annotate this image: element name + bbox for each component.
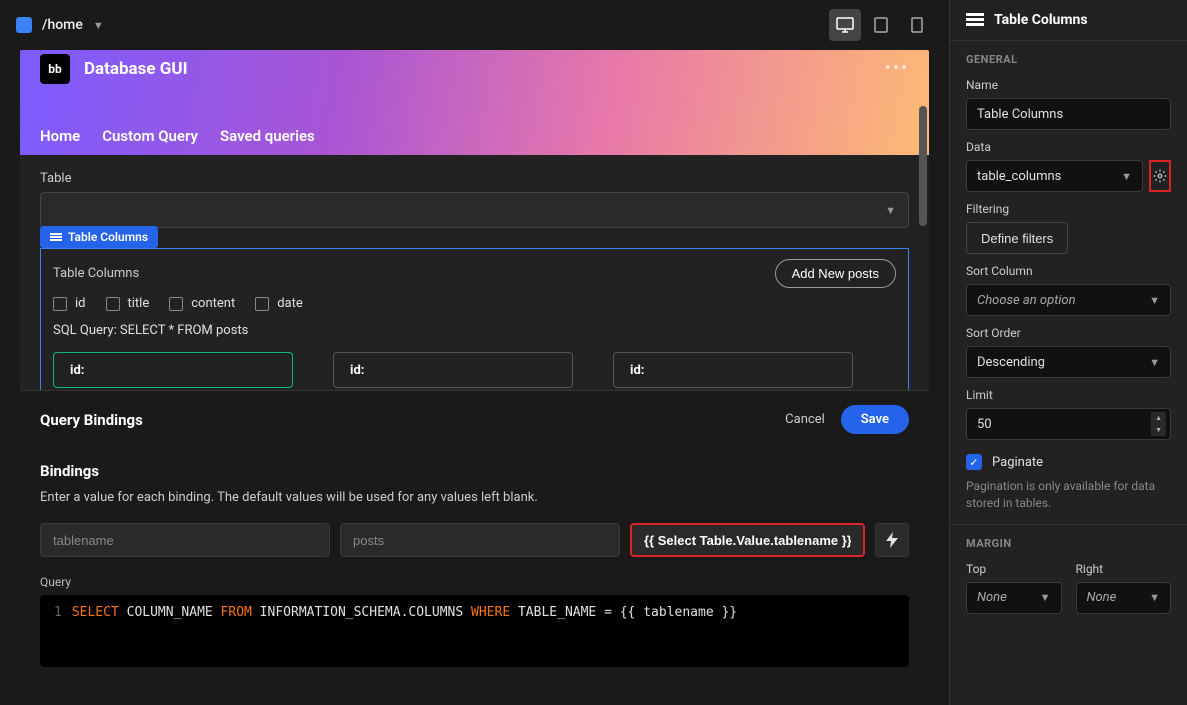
more-menu-icon[interactable]: ••• (885, 58, 909, 79)
table-select[interactable]: ▼ (40, 192, 909, 228)
column-check-id[interactable]: id (53, 296, 86, 311)
preview-canvas[interactable]: bb Database GUI ••• Home Custom Query Sa… (20, 50, 929, 390)
column-check-content[interactable]: content (169, 296, 235, 311)
column-check-date[interactable]: date (255, 296, 303, 311)
bindings-help-text: Enter a value for each binding. The defa… (40, 490, 909, 505)
app-header: bb Database GUI ••• Home Custom Query Sa… (20, 50, 929, 155)
rows-icon (966, 12, 984, 28)
columns-title: Table Columns (53, 266, 139, 281)
gear-icon (1153, 169, 1167, 183)
tablet-view-button[interactable] (865, 9, 897, 41)
margin-right-select[interactable]: None ▼ (1076, 582, 1172, 614)
app-icon (16, 17, 32, 33)
name-input[interactable]: Table Columns (966, 98, 1171, 130)
paginate-help: Pagination is only available for data st… (966, 478, 1171, 512)
data-settings-button[interactable] (1149, 160, 1171, 192)
sort-column-label: Sort Column (966, 264, 1171, 278)
section-general: GENERAL (966, 53, 1171, 66)
name-label: Name (966, 78, 1171, 92)
app-title: Database GUI (84, 59, 188, 79)
data-label: Data (966, 140, 1171, 154)
chevron-down-icon: ▼ (1149, 591, 1160, 604)
column-check-title[interactable]: title (106, 296, 150, 311)
result-card[interactable]: id: (53, 352, 293, 388)
result-card[interactable]: id: (333, 352, 573, 388)
topbar: /home ▼ (0, 0, 949, 50)
define-filters-button[interactable]: Define filters (966, 222, 1068, 254)
chevron-down-icon: ▼ (1149, 356, 1160, 369)
breadcrumb[interactable]: /home (42, 17, 83, 33)
data-select[interactable]: table_columns ▼ (966, 160, 1143, 192)
cancel-button[interactable]: Cancel (785, 412, 825, 427)
sort-order-select[interactable]: Descending ▼ (966, 346, 1171, 378)
binding-default-input[interactable] (340, 523, 620, 557)
query-label: Query (40, 575, 909, 589)
sql-query-text: SQL Query: SELECT * FROM posts (53, 323, 896, 338)
chevron-down-icon[interactable]: ▼ (93, 19, 104, 32)
result-card[interactable]: id: (613, 352, 853, 388)
paginate-checkbox[interactable]: ✓ (966, 454, 982, 470)
save-button[interactable]: Save (841, 405, 909, 434)
filtering-label: Filtering (966, 202, 1171, 216)
section-margin: MARGIN (966, 537, 1171, 550)
bindings-heading: Bindings (40, 462, 909, 480)
mobile-view-button[interactable] (901, 9, 933, 41)
scrollbar[interactable] (919, 106, 927, 382)
tab-home[interactable]: Home (40, 127, 80, 145)
limit-input[interactable]: 50 ▲▼ (966, 408, 1171, 440)
tab-saved-queries[interactable]: Saved queries (220, 127, 315, 145)
panel-title: Query Bindings (40, 411, 143, 429)
sort-order-label: Sort Order (966, 326, 1171, 340)
margin-top-label: Top (966, 562, 1062, 576)
binding-value-input[interactable] (630, 523, 865, 557)
add-new-button[interactable]: Add New posts (775, 259, 896, 288)
paginate-label: Paginate (992, 455, 1043, 470)
query-code[interactable]: 1SELECT COLUMN_NAME FROM INFORMATION_SCH… (40, 595, 909, 667)
selected-component[interactable]: Table Columns Add New posts id title con… (40, 248, 909, 390)
chevron-down-icon: ▼ (1149, 294, 1160, 307)
margin-right-label: Right (1076, 562, 1172, 576)
tab-custom-query[interactable]: Custom Query (102, 127, 198, 145)
sort-column-select[interactable]: Choose an option ▼ (966, 284, 1171, 316)
margin-top-select[interactable]: None ▼ (966, 582, 1062, 614)
limit-label: Limit (966, 388, 1171, 402)
number-stepper[interactable]: ▲▼ (1151, 412, 1166, 436)
bolt-icon[interactable] (875, 523, 909, 557)
component-tag[interactable]: Table Columns (40, 226, 158, 248)
chevron-down-icon: ▼ (1121, 170, 1132, 183)
table-field-label: Table (40, 171, 909, 186)
chevron-down-icon: ▼ (885, 204, 896, 217)
chevron-down-icon: ▼ (1040, 591, 1051, 604)
binding-name-input[interactable] (40, 523, 330, 557)
query-bindings-panel: Query Bindings Cancel Save Bindings Ente… (20, 390, 929, 687)
properties-sidebar: Table Columns GENERAL Name Table Columns… (949, 0, 1187, 705)
sidebar-title: Table Columns (994, 12, 1088, 28)
app-logo: bb (40, 54, 70, 84)
desktop-view-button[interactable] (829, 9, 861, 41)
